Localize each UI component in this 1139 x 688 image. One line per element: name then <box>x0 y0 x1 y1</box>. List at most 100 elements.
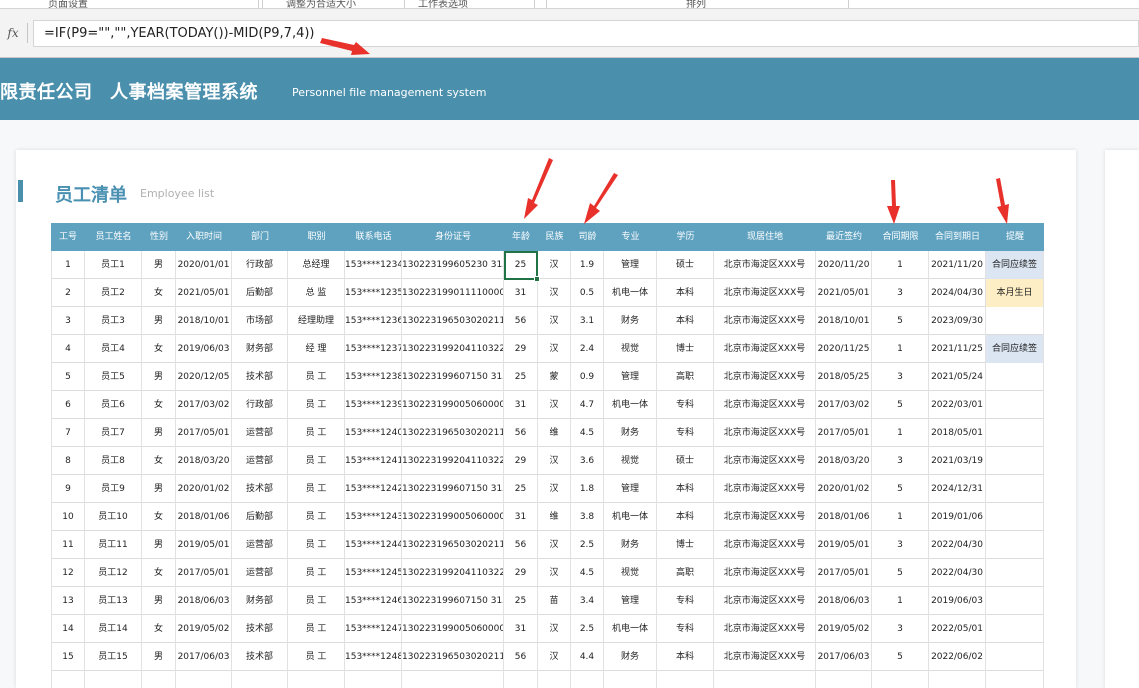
cell-reminder[interactable] <box>986 363 1044 391</box>
cell-id-number[interactable]: 130223196503020211 <box>402 643 504 671</box>
cell-employee-name[interactable]: 员工12 <box>85 559 142 587</box>
cell-employee-name[interactable]: 员工13 <box>85 587 142 615</box>
cell-age[interactable]: 56 <box>504 531 538 559</box>
cell-phone[interactable]: 153****1237 <box>345 335 402 363</box>
cell-contract-end[interactable] <box>929 671 986 688</box>
formula-input[interactable]: =IF(P9="","",YEAR(TODAY())-MID(P9,7,4)) <box>33 20 1139 47</box>
cell-employee-name[interactable]: 员工8 <box>85 447 142 475</box>
cell-hire-date[interactable] <box>176 671 232 688</box>
ribbon-group-arrange[interactable]: 排列 <box>686 0 706 8</box>
cell-position[interactable]: 员 工 <box>288 503 345 531</box>
header-employee-id[interactable]: 工号 <box>51 223 85 251</box>
cell-latest-contract[interactable]: 2020/01/02 <box>816 475 872 503</box>
cell-education[interactable]: 高职 <box>657 363 714 391</box>
cell-position[interactable]: 总 监 <box>288 279 345 307</box>
cell-phone[interactable]: 153****1245 <box>345 559 402 587</box>
cell-contract-term[interactable]: 3 <box>872 363 929 391</box>
header-latest-contract[interactable]: 最近签约 <box>816 223 872 251</box>
cell-contract-end[interactable]: 2024/12/31 <box>929 475 986 503</box>
cell-hire-date[interactable]: 2017/05/01 <box>176 559 232 587</box>
cell-education[interactable]: 博士 <box>657 531 714 559</box>
cell-id-number[interactable] <box>402 671 504 688</box>
cell-latest-contract[interactable]: 2018/05/25 <box>816 363 872 391</box>
cell-age[interactable]: 29 <box>504 335 538 363</box>
cell-contract-term[interactable]: 5 <box>872 307 929 335</box>
cell-age[interactable]: 29 <box>504 447 538 475</box>
cell-position[interactable]: 员 工 <box>288 559 345 587</box>
cell-department[interactable]: 技术部 <box>232 363 288 391</box>
cell-hire-date[interactable]: 2018/10/01 <box>176 307 232 335</box>
cell-contract-term[interactable]: 3 <box>872 279 929 307</box>
cell-position[interactable]: 总经理 <box>288 251 345 279</box>
cell-contract-end[interactable]: 2019/01/06 <box>929 503 986 531</box>
cell-employee-id[interactable]: 5 <box>51 363 85 391</box>
cell-education[interactable]: 本科 <box>657 503 714 531</box>
cell-address[interactable]: 北京市海淀区XXX号 <box>714 447 816 475</box>
cell-ethnicity[interactable]: 汉 <box>538 615 571 643</box>
cell-employee-name[interactable]: 员工9 <box>85 475 142 503</box>
cell-hire-date[interactable]: 2018/01/06 <box>176 503 232 531</box>
cell-id-number[interactable]: 130223196503020211 <box>402 307 504 335</box>
cell-ethnicity[interactable]: 维 <box>538 503 571 531</box>
cell-address[interactable]: 北京市海淀区XXX号 <box>714 531 816 559</box>
cell-latest-contract[interactable]: 2017/03/02 <box>816 391 872 419</box>
cell-education[interactable]: 专科 <box>657 615 714 643</box>
cell-department[interactable]: 财务部 <box>232 587 288 615</box>
cell-age[interactable]: 25 <box>504 363 538 391</box>
cell-id-number[interactable]: 130223196503020211 <box>402 419 504 447</box>
cell-reminder[interactable] <box>986 419 1044 447</box>
cell-phone[interactable]: 153****1248 <box>345 643 402 671</box>
cell-major[interactable]: 视觉 <box>604 335 657 363</box>
cell-age[interactable]: 31 <box>504 279 538 307</box>
cell-tenure[interactable]: 0.9 <box>571 363 604 391</box>
cell-ethnicity[interactable]: 汉 <box>538 335 571 363</box>
cell-education[interactable]: 高职 <box>657 559 714 587</box>
cell-latest-contract[interactable]: 2018/03/20 <box>816 447 872 475</box>
cell-age[interactable]: 25 <box>504 251 538 279</box>
cell-employee-id[interactable]: 14 <box>51 615 85 643</box>
cell-department[interactable]: 市场部 <box>232 307 288 335</box>
cell-ethnicity[interactable]: 汉 <box>538 559 571 587</box>
cell-ethnicity[interactable]: 蒙 <box>538 363 571 391</box>
cell-contract-end[interactable]: 2021/05/24 <box>929 363 986 391</box>
cell-ethnicity[interactable]: 汉 <box>538 307 571 335</box>
cell-ethnicity[interactable]: 汉 <box>538 531 571 559</box>
cell-contract-term[interactable]: 5 <box>872 559 929 587</box>
cell-ethnicity[interactable]: 维 <box>538 419 571 447</box>
cell-tenure[interactable]: 4.5 <box>571 419 604 447</box>
header-address[interactable]: 现居住地 <box>714 223 816 251</box>
header-employee-name[interactable]: 员工姓名 <box>85 223 142 251</box>
cell-tenure[interactable] <box>571 671 604 688</box>
cell-education[interactable]: 博士 <box>657 335 714 363</box>
cell-department[interactable]: 运营部 <box>232 419 288 447</box>
cell-department[interactable]: 运营部 <box>232 559 288 587</box>
cell-tenure[interactable]: 2.4 <box>571 335 604 363</box>
cell-education[interactable] <box>657 671 714 688</box>
cell-employee-id[interactable]: 9 <box>51 475 85 503</box>
cell-tenure[interactable]: 1.8 <box>571 475 604 503</box>
cell-employee-id[interactable]: 2 <box>51 279 85 307</box>
cell-major[interactable]: 管理 <box>604 363 657 391</box>
cell-contract-term[interactable]: 1 <box>872 335 929 363</box>
cell-employee-name[interactable]: 员工7 <box>85 419 142 447</box>
cell-education[interactable]: 专科 <box>657 419 714 447</box>
cell-reminder[interactable] <box>986 475 1044 503</box>
header-reminder[interactable]: 提醒 <box>986 223 1044 251</box>
cell-ethnicity[interactable]: 汉 <box>538 391 571 419</box>
header-phone[interactable]: 联系电话 <box>345 223 402 251</box>
cell-phone[interactable]: 153****1235 <box>345 279 402 307</box>
cell-employee-name[interactable]: 员工5 <box>85 363 142 391</box>
cell-employee-id[interactable]: 6 <box>51 391 85 419</box>
cell-address[interactable]: 北京市海淀区XXX号 <box>714 559 816 587</box>
cell-department[interactable]: 后勤部 <box>232 503 288 531</box>
cell-position[interactable]: 员 工 <box>288 363 345 391</box>
cell-latest-contract[interactable]: 2021/05/01 <box>816 279 872 307</box>
cell-latest-contract[interactable]: 2019/05/02 <box>816 615 872 643</box>
cell-tenure[interactable]: 3.6 <box>571 447 604 475</box>
cell-contract-end[interactable]: 2019/06/03 <box>929 587 986 615</box>
cell-position[interactable]: 经理助理 <box>288 307 345 335</box>
cell-contract-end[interactable]: 2022/03/01 <box>929 391 986 419</box>
cell-position[interactable]: 员 工 <box>288 475 345 503</box>
cell-gender[interactable]: 女 <box>142 447 176 475</box>
cell-phone[interactable]: 153****1246 <box>345 587 402 615</box>
